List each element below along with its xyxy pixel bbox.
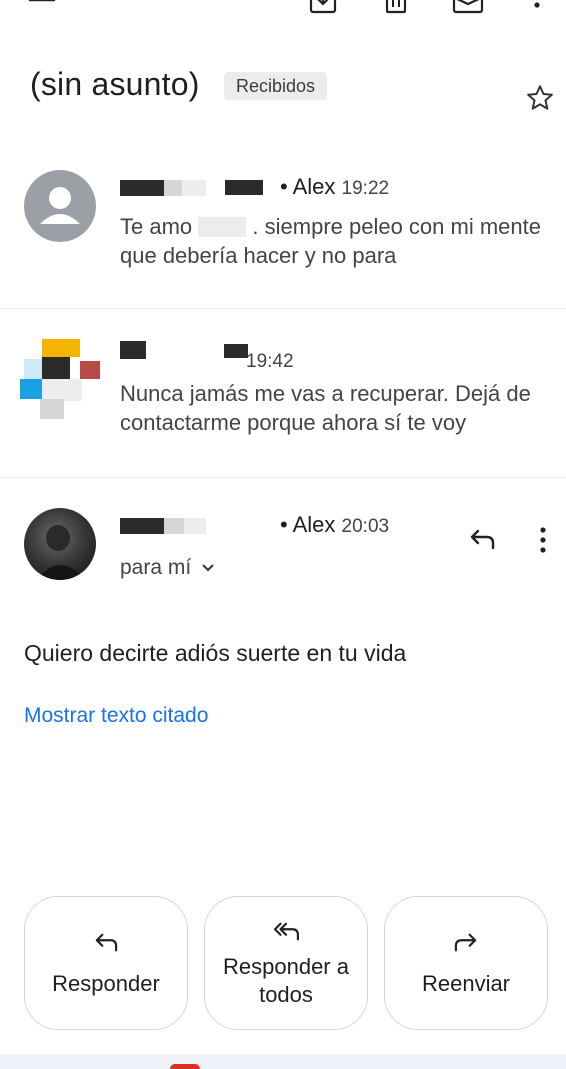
reply-icon[interactable] bbox=[462, 522, 502, 558]
redaction-block bbox=[198, 217, 247, 237]
email-body-text: Quiero decirte adiós suerte en tu vida bbox=[24, 640, 407, 666]
forward-icon bbox=[452, 928, 480, 958]
back-arrow-icon[interactable] bbox=[26, 0, 56, 12]
recipient-label: para mí bbox=[120, 556, 192, 579]
top-toolbar bbox=[0, 0, 566, 20]
avatar-placeholder bbox=[24, 170, 96, 242]
sender-meta: • Alex 19:22 bbox=[280, 174, 389, 200]
sender-meta: • Alex 20:03 bbox=[280, 512, 389, 538]
message-snippet: Te amo . siempre peleo con mi mente que … bbox=[120, 212, 550, 270]
snippet-prefix: Te amo bbox=[120, 214, 193, 239]
sender-meta: 19:42 bbox=[246, 347, 294, 373]
reply-button-label: Responder bbox=[52, 971, 160, 996]
mail-icon[interactable] bbox=[452, 0, 484, 16]
message-snippet: Nunca jamás me vas a recuperar. Dejá de … bbox=[120, 381, 531, 435]
message-time: 19:42 bbox=[246, 351, 294, 372]
reply-all-button[interactable]: Responder a todos bbox=[204, 896, 368, 1030]
message-time: 20:03 bbox=[341, 516, 390, 537]
inbox-label-chip[interactable]: Recibidos bbox=[224, 72, 328, 100]
message-time: 19:22 bbox=[341, 178, 390, 199]
sender-alias: • Alex bbox=[280, 512, 336, 537]
forward-button-label: Reenviar bbox=[421, 971, 511, 996]
sender-name-redacted bbox=[120, 516, 220, 536]
reply-button[interactable]: Responder bbox=[24, 896, 188, 1030]
avatar-photo bbox=[24, 508, 96, 580]
message-more-vert-icon[interactable] bbox=[530, 522, 556, 558]
sender-alias: • Alex bbox=[280, 174, 336, 199]
thread-message-1[interactable]: • Alex 19:22 Te amo . siempre peleo con … bbox=[0, 150, 566, 308]
sender-name-redacted bbox=[120, 339, 250, 361]
forward-button[interactable]: Reenviar bbox=[384, 896, 548, 1030]
reply-all-icon bbox=[271, 917, 301, 947]
thread-message-3: • Alex 20:03 para mí bbox=[0, 478, 566, 608]
star-icon[interactable] bbox=[522, 80, 558, 116]
recipient-details-toggle[interactable]: para mí bbox=[120, 556, 215, 580]
email-subject: (sin asunto) bbox=[30, 66, 200, 102]
chevron-down-icon bbox=[201, 563, 215, 573]
avatar-pixelated bbox=[20, 337, 102, 423]
sender-name-redacted bbox=[120, 176, 270, 198]
reply-icon bbox=[92, 928, 120, 958]
bottom-navigation-bar bbox=[0, 1054, 566, 1069]
show-quoted-text-link[interactable]: Mostrar texto citado bbox=[24, 704, 208, 728]
archive-icon[interactable] bbox=[308, 0, 338, 16]
trash-icon[interactable] bbox=[382, 0, 410, 16]
more-vert-icon[interactable] bbox=[528, 0, 546, 18]
reply-all-button-label: Responder a todos bbox=[223, 954, 349, 1007]
notification-badge bbox=[170, 1064, 200, 1069]
thread-message-2[interactable]: 19:42 Nunca jamás me vas a recuperar. De… bbox=[0, 309, 566, 477]
